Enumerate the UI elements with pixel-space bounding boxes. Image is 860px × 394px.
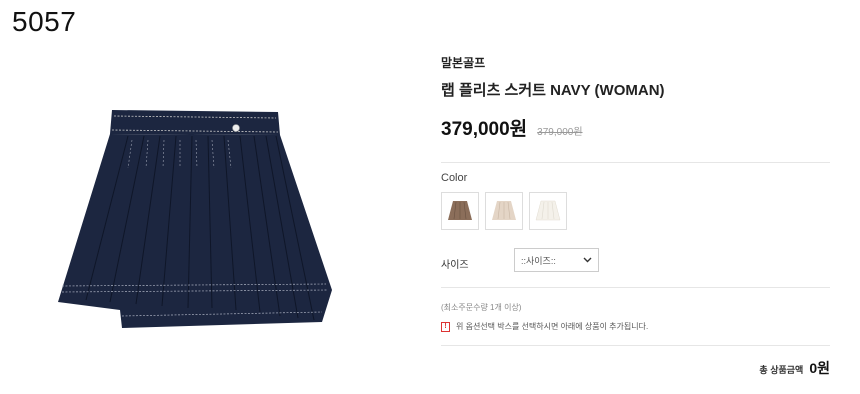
- size-select-value: ::사이즈::: [521, 255, 556, 266]
- image-id-label: 5057: [12, 6, 77, 37]
- size-label: 사이즈: [441, 260, 469, 271]
- divider: [441, 345, 830, 346]
- total-label: 총 상품금액: [759, 365, 804, 375]
- min-qty-text: (최소주문수량 1개 이상): [441, 303, 522, 312]
- total-value: 0원: [809, 360, 830, 376]
- swatch-beige[interactable]: [485, 192, 523, 230]
- product-title: 랩 플리츠 스커트 NAVY (WOMAN): [441, 82, 665, 99]
- sale-price: 379,000원: [441, 119, 528, 140]
- notice-text: 위 옵션선택 박스를 선택하시면 아래에 상품이 추가됩니다.: [456, 322, 649, 331]
- pleated-skirt-image: [58, 110, 332, 328]
- product-info: 말본골프 랩 플리츠 스커트 NAVY (WOMAN) 379,000원 379…: [441, 50, 831, 141]
- size-select[interactable]: ::사이즈::: [514, 248, 599, 272]
- brand-name[interactable]: 말본골프: [441, 54, 831, 71]
- chevron-down-icon: [583, 257, 592, 263]
- product-image: [40, 90, 360, 340]
- divider: [441, 287, 830, 288]
- alert-icon: !: [441, 321, 450, 332]
- color-label: Color: [441, 172, 468, 184]
- option-notice: ! 위 옵션선택 박스를 선택하시면 아래에 상품이 추가됩니다.: [441, 321, 648, 332]
- price-row: 379,000원 379,000원: [441, 114, 831, 141]
- original-price: 379,000원: [537, 127, 583, 138]
- ivory-skirt-thumbnail-icon: [535, 200, 561, 221]
- beige-skirt-thumbnail-icon: [492, 201, 516, 220]
- divider: [441, 162, 830, 163]
- swatch-brown[interactable]: [441, 192, 479, 230]
- color-swatches: [441, 192, 567, 230]
- total-price: 총 상품금액 0원: [759, 358, 830, 378]
- swatch-ivory[interactable]: [529, 192, 567, 230]
- brown-skirt-thumbnail-icon: [448, 201, 472, 220]
